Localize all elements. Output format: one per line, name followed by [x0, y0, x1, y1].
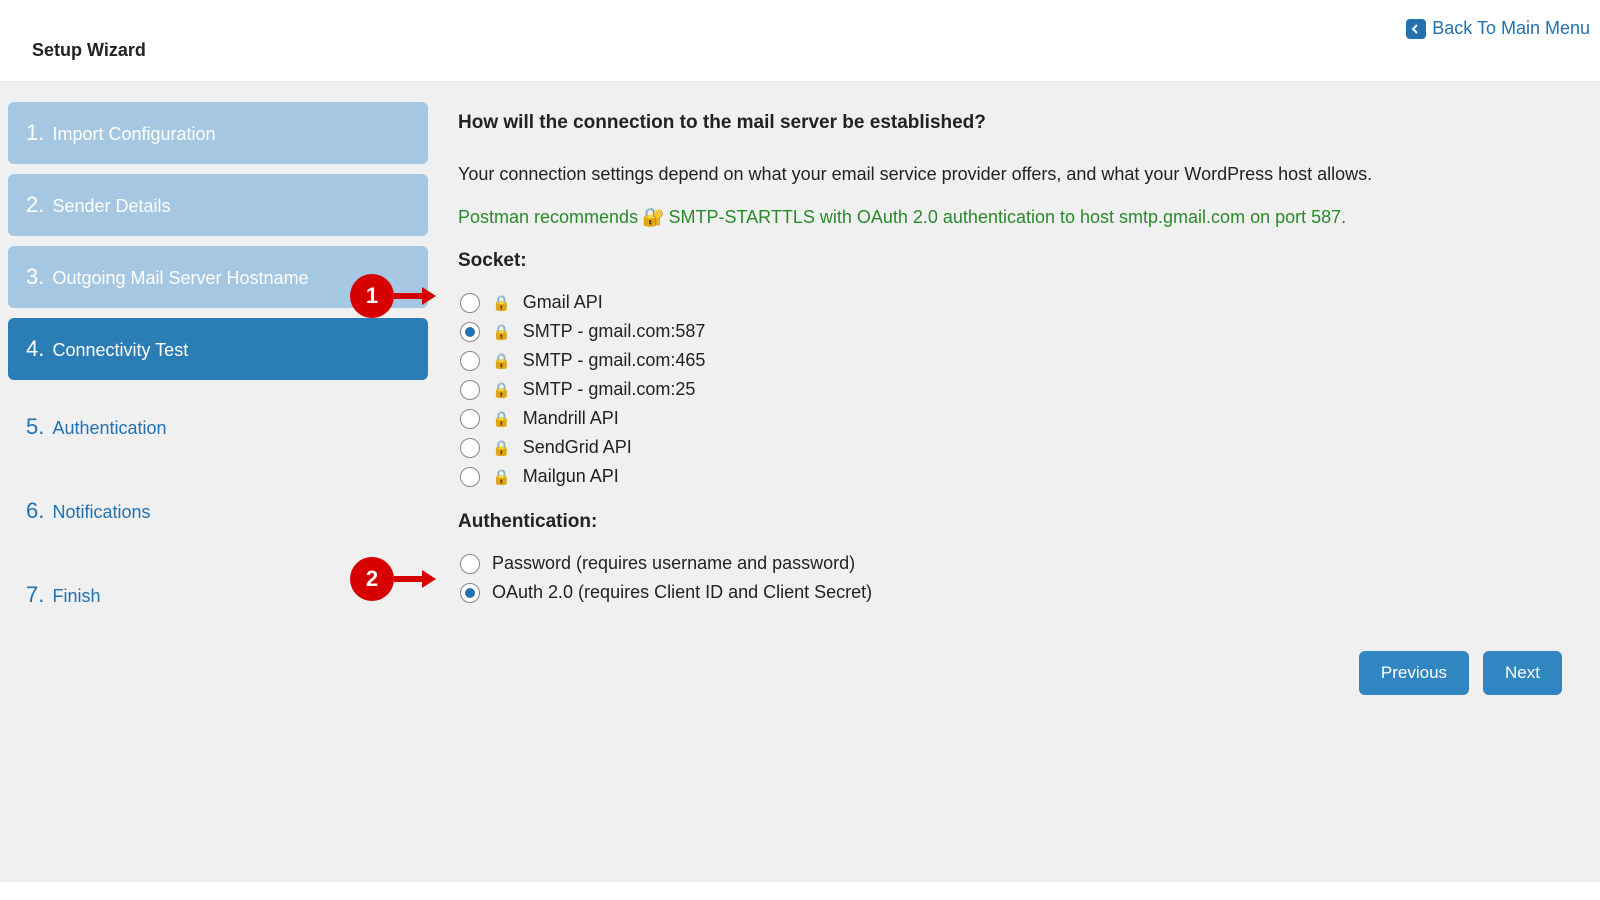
wizard-step[interactable]: 4. Connectivity Test	[8, 318, 428, 380]
step-number: 4.	[26, 336, 50, 361]
lock-icon: 🔒	[492, 294, 511, 312]
back-to-main-link[interactable]: Back To Main Menu	[1406, 18, 1590, 39]
radio-option[interactable]: 🔒 SendGrid API	[460, 437, 1580, 458]
lock-icon: 🔒	[492, 410, 511, 428]
radio-label: Mailgun API	[523, 466, 619, 487]
radio-option[interactable]: 🔒 SMTP - gmail.com:587	[460, 321, 1580, 342]
radio-label: SMTP - gmail.com:25	[523, 379, 696, 400]
radio-input[interactable]	[460, 351, 480, 371]
radio-label: OAuth 2.0 (requires Client ID and Client…	[492, 582, 872, 603]
radio-label: Gmail API	[523, 292, 603, 313]
radio-input[interactable]	[460, 409, 480, 429]
back-link-label: Back To Main Menu	[1432, 18, 1590, 39]
radio-label: Password (requires username and password…	[492, 553, 855, 574]
radio-option[interactable]: 🔒 SMTP - gmail.com:25	[460, 379, 1580, 400]
socket-label: Socket:	[458, 250, 1580, 272]
step-label: Outgoing Mail Server Hostname	[52, 268, 308, 288]
annotation-arrow-line	[394, 293, 422, 299]
recommendation-text: Postman recommends 🔐 SMTP-STARTTLS with …	[458, 207, 1580, 228]
radio-input[interactable]	[460, 554, 480, 574]
radio-option[interactable]: Password (requires username and password…	[460, 553, 1580, 574]
radio-input[interactable]	[460, 293, 480, 313]
step-number: 3.	[26, 264, 50, 289]
step-number: 1.	[26, 120, 50, 145]
step-number: 7.	[26, 582, 50, 607]
step-label: Import Configuration	[52, 124, 215, 144]
annotation-badge: 1	[350, 274, 394, 318]
authentication-label: Authentication:	[458, 511, 1580, 533]
next-button[interactable]: Next	[1483, 651, 1562, 695]
lock-icon: 🔒	[492, 352, 511, 370]
step-label: Authentication	[52, 418, 166, 438]
section-description: Your connection settings depend on what …	[458, 164, 1580, 185]
wizard-steps-sidebar: 1. Import Configuration 2. Sender Details…	[8, 102, 428, 882]
lock-icon: 🔒	[492, 468, 511, 486]
step-label: Sender Details	[52, 196, 170, 216]
wizard-step[interactable]: 5. Authentication	[8, 390, 428, 464]
recommend-prefix: Postman recommends	[458, 207, 638, 228]
radio-option[interactable]: 🔒 Gmail API	[460, 292, 1580, 313]
step-label: Finish	[52, 586, 100, 606]
radio-option[interactable]: 🔒 SMTP - gmail.com:465	[460, 350, 1580, 371]
radio-option[interactable]: 🔒 Mailgun API	[460, 466, 1580, 487]
wizard-step[interactable]: 2. Sender Details	[8, 174, 428, 236]
annotation-arrow-head	[422, 570, 436, 588]
radio-option[interactable]: 🔒 Mandrill API	[460, 408, 1580, 429]
wizard-step[interactable]: 6. Notifications	[8, 474, 428, 548]
step-number: 2.	[26, 192, 50, 217]
step-label: Notifications	[52, 502, 150, 522]
radio-input[interactable]	[460, 467, 480, 487]
step-label: Connectivity Test	[52, 340, 188, 360]
radio-input[interactable]	[460, 322, 480, 342]
radio-option[interactable]: OAuth 2.0 (requires Client ID and Client…	[460, 582, 1580, 603]
annotation-badge: 2	[350, 557, 394, 601]
radio-label: SMTP - gmail.com:465	[523, 350, 706, 371]
lock-icon: 🔒	[492, 381, 511, 399]
annotation-callout-2: 2	[350, 557, 436, 601]
radio-input[interactable]	[460, 583, 480, 603]
socket-options-list: 🔒 Gmail API 🔒 SMTP - gmail.com:587 🔒 SMTP - g…	[458, 292, 1580, 487]
annotation-arrow-line	[394, 576, 422, 582]
lock-icon: 🔒	[492, 323, 511, 341]
radio-input[interactable]	[460, 438, 480, 458]
step-number: 6.	[26, 498, 50, 523]
wizard-step[interactable]: 1. Import Configuration	[8, 102, 428, 164]
lock-icon: 🔒	[492, 439, 511, 457]
back-arrow-icon	[1406, 19, 1426, 39]
radio-label: SMTP - gmail.com:587	[523, 321, 706, 342]
annotation-arrow-head	[422, 287, 436, 305]
page-title: Setup Wizard	[32, 40, 146, 61]
radio-label: Mandrill API	[523, 408, 619, 429]
lock-key-icon: 🔐	[642, 207, 664, 228]
previous-button[interactable]: Previous	[1359, 651, 1469, 695]
authentication-options-list: Password (requires username and password…	[458, 553, 1580, 603]
radio-label: SendGrid API	[523, 437, 632, 458]
radio-input[interactable]	[460, 380, 480, 400]
annotation-callout-1: 1	[350, 274, 436, 318]
step-number: 5.	[26, 414, 50, 439]
section-heading: How will the connection to the mail serv…	[458, 112, 1580, 134]
recommend-body: SMTP-STARTTLS with OAuth 2.0 authenticat…	[669, 207, 1347, 228]
